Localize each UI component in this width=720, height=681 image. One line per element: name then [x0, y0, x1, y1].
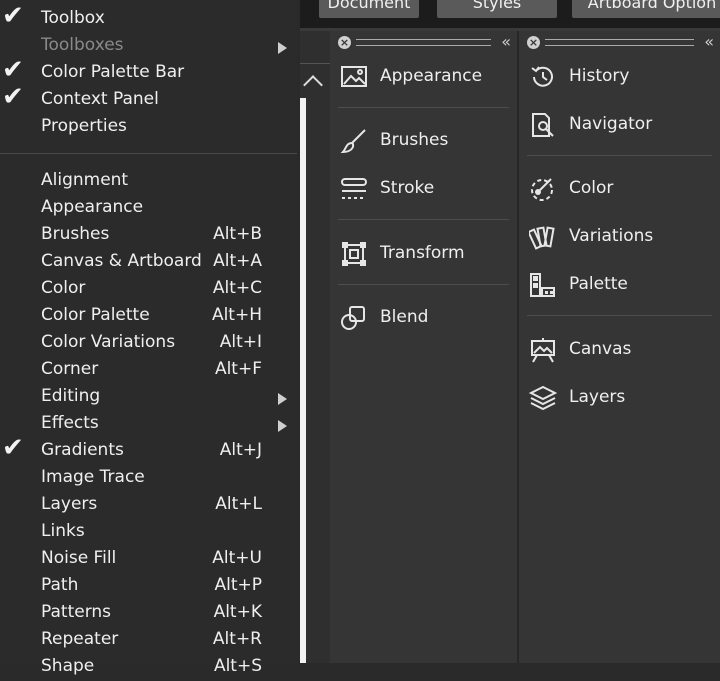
- shortcut-label: Alt+I: [219, 332, 262, 352]
- shortcut-label: Alt+F: [214, 359, 262, 379]
- shortcut-label: Alt+C: [212, 278, 262, 298]
- menu-item-alignment[interactable]: Alignment: [0, 168, 297, 195]
- checkmark-icon: ✔: [2, 82, 24, 112]
- menu-item-corner[interactable]: Corner Alt+F: [0, 357, 297, 384]
- panel-separator: [338, 219, 509, 220]
- panel-item-blend[interactable]: Blend: [330, 298, 517, 338]
- shortcut-label: Alt+P: [214, 575, 262, 595]
- panel-separator: [527, 155, 712, 156]
- scrollbar-thumb[interactable]: [300, 98, 306, 663]
- appearance-icon: [341, 66, 367, 87]
- menu-item-toolboxes[interactable]: Toolboxes: [0, 33, 297, 60]
- menu-item-color[interactable]: Color Alt+C: [0, 276, 297, 303]
- menu-item-image-trace[interactable]: Image Trace: [0, 465, 297, 492]
- studio-panel-left: × « Appearance Brushes Stroke Transform …: [330, 31, 517, 663]
- blend-icon: [341, 306, 365, 330]
- panel-item-canvas[interactable]: Canvas: [519, 330, 720, 370]
- panel-item-history[interactable]: History: [519, 57, 720, 97]
- menu-item-brushes[interactable]: Brushes Alt+B: [0, 222, 297, 249]
- panel-separator: [338, 284, 509, 285]
- menu-item-shape[interactable]: Shape Alt+S: [0, 654, 297, 681]
- drag-grip[interactable]: [356, 39, 491, 46]
- panel-item-color[interactable]: Color: [519, 169, 720, 209]
- menu-separator: [0, 153, 297, 154]
- panel-item-layers[interactable]: Layers: [519, 378, 720, 418]
- checkmark-icon: ✔: [2, 55, 24, 85]
- shortcut-label: Alt+B: [213, 224, 262, 244]
- panel-item-palette[interactable]: Palette: [519, 265, 720, 305]
- panel-item-brushes[interactable]: Brushes: [330, 121, 517, 161]
- menu-item-appearance[interactable]: Appearance: [0, 195, 297, 222]
- shortcut-label: Alt+L: [215, 494, 262, 514]
- menu-item-editing[interactable]: Editing: [0, 384, 297, 411]
- navigator-icon: [532, 113, 554, 137]
- color-icon: [531, 178, 553, 201]
- menu-item-context-panel[interactable]: ✔ Context Panel: [0, 82, 297, 114]
- canvas-icon: [531, 338, 555, 363]
- panel-item-navigator[interactable]: Navigator: [519, 105, 720, 145]
- layers-icon: [529, 385, 557, 411]
- styles-button[interactable]: Styles: [437, 0, 557, 18]
- shortcut-label: Alt+J: [219, 440, 262, 460]
- brush-icon: [340, 129, 366, 154]
- menu-item-layers[interactable]: Layers Alt+L: [0, 492, 297, 519]
- panel-item-stroke[interactable]: Stroke: [330, 169, 517, 209]
- panel-header[interactable]: × «: [330, 31, 517, 53]
- panel-separator: [338, 107, 509, 108]
- menu-item-color-palette[interactable]: Color Palette Alt+H: [0, 303, 297, 330]
- menu-item-links[interactable]: Links: [0, 519, 297, 546]
- document-button[interactable]: Document: [319, 0, 419, 18]
- panel-item-appearance[interactable]: Appearance: [330, 57, 517, 97]
- collapse-icon[interactable]: «: [704, 32, 714, 51]
- panel-item-transform[interactable]: Transform: [330, 234, 517, 274]
- window-menu: ✔ Toolbox Toolboxes ✔ Color Palette Bar ✔ C…: [0, 0, 297, 676]
- submenu-arrow-icon: [278, 42, 287, 54]
- menu-item-properties[interactable]: Properties: [0, 114, 297, 141]
- menu-item-color-palette-bar[interactable]: ✔ Color Palette Bar: [0, 55, 297, 87]
- shortcut-label: Alt+R: [212, 629, 262, 649]
- panel-separator: [527, 315, 712, 316]
- menu-item-effects[interactable]: Effects: [0, 411, 297, 438]
- menu-item-repeater[interactable]: Repeater Alt+R: [0, 627, 297, 654]
- menu-item-noise-fill[interactable]: Noise Fill Alt+U: [0, 546, 297, 573]
- shortcut-label: Alt+A: [213, 251, 262, 271]
- checkmark-icon: ✔: [2, 433, 24, 463]
- menu-item-canvas-artboard[interactable]: Canvas & Artboard Alt+A: [0, 249, 297, 276]
- shortcut-label: Alt+H: [211, 305, 262, 325]
- menu-item-patterns[interactable]: Patterns Alt+K: [0, 600, 297, 627]
- submenu-arrow-icon: [278, 393, 287, 405]
- menu-item-gradients[interactable]: ✔ Gradients Alt+J: [0, 433, 297, 465]
- transform-icon: [342, 242, 366, 266]
- collapse-icon[interactable]: «: [501, 32, 511, 51]
- submenu-arrow-icon: [278, 420, 287, 432]
- close-icon[interactable]: ×: [527, 36, 540, 49]
- menu-item-color-variations[interactable]: Color Variations Alt+I: [0, 330, 297, 357]
- panel-header[interactable]: × «: [519, 31, 720, 53]
- shortcut-label: Alt+U: [212, 548, 262, 568]
- history-icon: [531, 66, 553, 87]
- shortcut-label: Alt+K: [213, 602, 262, 622]
- drag-grip[interactable]: [545, 39, 694, 46]
- artboard-options-button[interactable]: Artboard Option: [572, 0, 720, 18]
- checkmark-icon: ✔: [2, 1, 24, 31]
- shortcut-label: Alt+S: [213, 656, 262, 676]
- studio-panel-right: × « History Navigator Color Variations P…: [519, 31, 720, 663]
- menu-item-path[interactable]: Path Alt+P: [0, 573, 297, 600]
- palette-icon: [530, 273, 555, 297]
- variations-icon: [529, 226, 555, 250]
- close-icon[interactable]: ×: [338, 36, 351, 49]
- menu-item-toolbox[interactable]: ✔ Toolbox: [0, 1, 297, 33]
- stroke-icon: [341, 178, 367, 199]
- panel-item-variations[interactable]: Variations: [519, 217, 720, 257]
